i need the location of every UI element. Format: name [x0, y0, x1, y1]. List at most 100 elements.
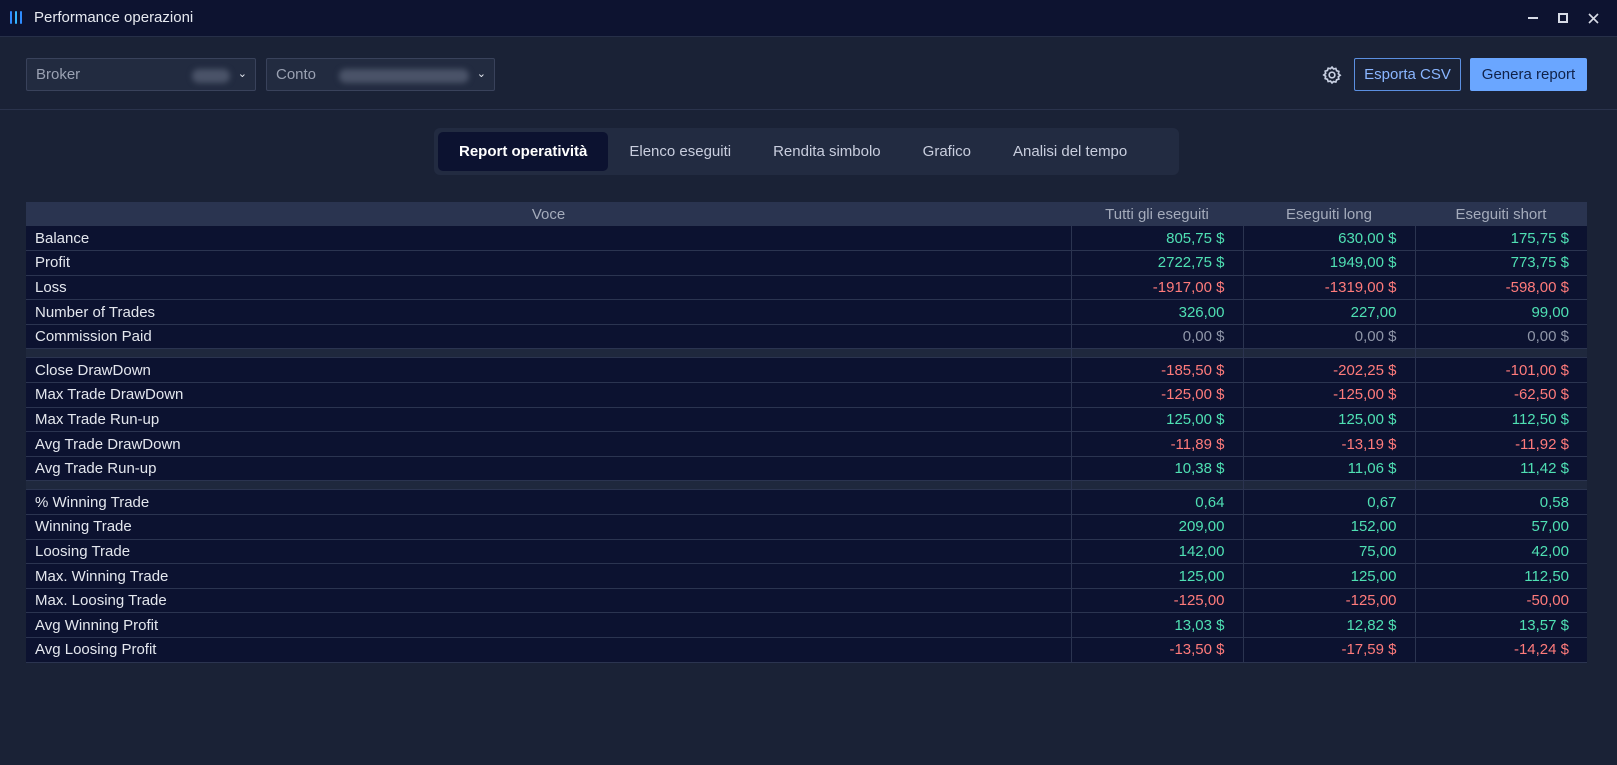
table-header-row: Voce Tutti gli eseguiti Eseguiti long Es… — [26, 202, 1587, 226]
row-label: Winning Trade — [26, 514, 1071, 540]
table-row[interactable]: Max Trade Run-up 125,00 $125,00 $112,50 $ — [26, 407, 1587, 433]
row-value: 175,75 $ — [1414, 226, 1587, 252]
row-value: 125,00 — [1070, 563, 1243, 589]
app-logo-icon — [10, 11, 24, 25]
generate-report-button[interactable]: Genera report — [1470, 58, 1587, 91]
row-value: -11,89 $ — [1070, 431, 1243, 457]
row-value: 0,00 $ — [1070, 324, 1243, 350]
row-value: 227,00 — [1242, 299, 1415, 325]
row-label: Avg Trade Run-up — [26, 456, 1071, 482]
row-value: 57,00 — [1414, 514, 1587, 540]
table-body: Balance 805,75 $630,00 $175,75 $ Profit 272… — [26, 226, 1587, 663]
row-label: Max Trade DrawDown — [26, 382, 1071, 408]
row-label: Avg Trade DrawDown — [26, 431, 1071, 457]
table-row[interactable]: Winning Trade 209,00 152,00 57,00 — [26, 514, 1587, 540]
row-value: 0,00 $ — [1242, 324, 1415, 350]
row-value: 75,00 — [1242, 539, 1415, 565]
column-header[interactable]: Eseguiti long — [1243, 202, 1415, 226]
row-value: -13,50 $ — [1070, 637, 1243, 663]
row-value: -62,50 $ — [1414, 382, 1587, 408]
table-row[interactable]: Max. Winning Trade 125,00 125,00 112,50 — [26, 563, 1587, 589]
row-value: -598,00 $ — [1414, 275, 1587, 301]
row-value: 99,00 — [1414, 299, 1587, 325]
table-row[interactable]: Close DrawDown -185,50 $ -202,25 $ -101,00 … — [26, 357, 1587, 384]
row-label: Commission Paid — [26, 324, 1071, 350]
row-label: Loss — [26, 275, 1071, 301]
row-value: 1949,00 $ — [1242, 250, 1415, 276]
row-value: 142,00 — [1070, 539, 1243, 565]
table-row[interactable]: Avg Trade DrawDown -11,89 $ -13,19 $ -11,92… — [26, 431, 1587, 457]
tab-elenco-eseguiti[interactable]: Elenco eseguiti — [608, 132, 752, 171]
account-select[interactable]: Conto ⌄ — [266, 58, 495, 91]
row-value: -17,59 $ — [1242, 637, 1415, 663]
row-value: 0,00 $ — [1414, 324, 1587, 350]
table-row[interactable]: Number of Trades 326,00 227,00 99,00 — [26, 299, 1587, 325]
row-label: Close DrawDown — [26, 357, 1071, 384]
row-label: Max Trade Run-up — [26, 407, 1071, 433]
row-value: 773,75 $ — [1414, 250, 1587, 276]
row-value: -1917,00 $ — [1070, 275, 1243, 301]
row-label: Avg Winning Profit — [26, 612, 1071, 638]
table-row[interactable]: Avg Trade Run-up 10,38 $11,06 $11,42 $ — [26, 456, 1587, 482]
tab-analisi-tempo[interactable]: Analisi del tempo — [992, 132, 1148, 171]
maximize-icon — [1558, 13, 1568, 23]
column-header[interactable]: Eseguiti short — [1415, 202, 1587, 226]
table-row[interactable]: Loss -1917,00 $ -1319,00 $ -598,00 $ — [26, 275, 1587, 301]
broker-select[interactable]: Broker ⌄ — [26, 58, 256, 91]
row-value: -125,00 $ — [1070, 382, 1243, 408]
gear-icon[interactable] — [1322, 65, 1342, 85]
row-label: Avg Loosing Profit — [26, 637, 1071, 663]
row-value: 630,00 $ — [1242, 226, 1415, 252]
minimize-button[interactable] — [1521, 6, 1545, 30]
report-table-container: Voce Tutti gli eseguiti Eseguiti long Es… — [26, 202, 1587, 663]
row-label: Max. Loosing Trade — [26, 588, 1071, 614]
table-row[interactable]: Max Trade DrawDown -125,00 $ -125,00 $ -62,… — [26, 382, 1587, 408]
chevron-down-icon: ⌄ — [476, 68, 486, 80]
row-value: -125,00 — [1070, 588, 1243, 614]
tab-bar: Report operatività Elenco eseguiti Rendi… — [434, 128, 1179, 175]
toolbar: Broker ⌄ Conto ⌄ Esporta CSV Genera repo… — [0, 38, 1617, 110]
row-value: 42,00 — [1414, 539, 1587, 565]
window-title: Performance operazioni — [34, 9, 194, 26]
row-value: 10,38 $ — [1070, 456, 1243, 482]
row-label: % Winning Trade — [26, 489, 1071, 516]
export-csv-button[interactable]: Esporta CSV — [1354, 58, 1461, 91]
table-row[interactable]: Loosing Trade 142,00 75,00 42,00 — [26, 539, 1587, 565]
close-button[interactable] — [1581, 6, 1605, 30]
row-value: -50,00 — [1414, 588, 1587, 614]
table-row[interactable]: Profit 2722,75 $1949,00 $773,75 $ — [26, 250, 1587, 276]
table-row[interactable]: Balance 805,75 $630,00 $175,75 $ — [26, 226, 1587, 252]
row-label: Number of Trades — [26, 299, 1071, 325]
row-value: -11,92 $ — [1414, 431, 1587, 457]
row-value: -125,00 $ — [1242, 382, 1415, 408]
broker-redacted-value — [192, 69, 230, 83]
table-row[interactable]: % Winning Trade 0,64 0,67 0,58 — [26, 489, 1587, 516]
title-bar: Performance operazioni — [0, 0, 1617, 37]
row-value: 125,00 $ — [1242, 407, 1415, 433]
tab-rendita-simbolo[interactable]: Rendita simbolo — [752, 132, 902, 171]
row-value: 112,50 — [1414, 563, 1587, 589]
row-value: 13,03 $ — [1070, 612, 1243, 638]
table-row[interactable]: Commission Paid 0,00 $0,00 $0,00 $ — [26, 324, 1587, 350]
report-table: Voce Tutti gli eseguiti Eseguiti long Es… — [26, 202, 1587, 663]
chevron-down-icon: ⌄ — [237, 68, 247, 80]
broker-select-label: Broker — [36, 66, 81, 83]
tab-grafico[interactable]: Grafico — [902, 132, 992, 171]
row-value: -13,19 $ — [1242, 431, 1415, 457]
column-header[interactable]: Tutti gli eseguiti — [1071, 202, 1243, 226]
row-value: 0,67 — [1242, 489, 1415, 516]
row-value: 12,82 $ — [1242, 612, 1415, 638]
row-value: 11,42 $ — [1414, 456, 1587, 482]
row-value: -185,50 $ — [1070, 357, 1243, 384]
row-value: 2722,75 $ — [1070, 250, 1243, 276]
row-value: 11,06 $ — [1242, 456, 1415, 482]
tab-report-operativita[interactable]: Report operatività — [438, 132, 609, 171]
maximize-button[interactable] — [1551, 6, 1575, 30]
table-row[interactable]: Avg Winning Profit 13,03 $12,82 $13,57 $ — [26, 612, 1587, 638]
column-header[interactable]: Voce — [26, 202, 1071, 226]
table-row[interactable]: Avg Loosing Profit -13,50 $ -17,59 $ -14,24… — [26, 637, 1587, 663]
table-row[interactable]: Max. Loosing Trade -125,00 -125,00 -50,00 — [26, 588, 1587, 614]
row-value: 805,75 $ — [1070, 226, 1243, 252]
row-value: -14,24 $ — [1414, 637, 1587, 663]
minimize-icon — [1528, 17, 1538, 19]
